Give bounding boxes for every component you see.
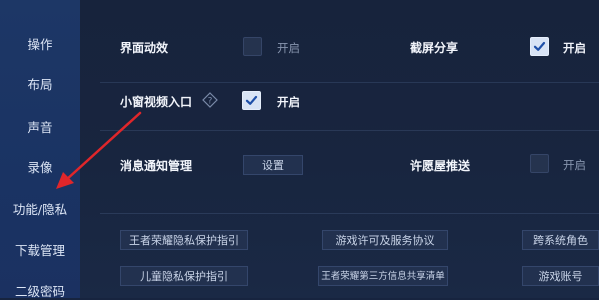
info-diamond-icon[interactable]: ? [202, 92, 218, 112]
privacy-guide-link[interactable]: 王者荣耀隐私保护指引 [120, 230, 248, 250]
screenshot-share-checkbox[interactable] [530, 37, 549, 56]
third-party-share-list-link[interactable]: 王者荣耀第三方信息共享清单 [318, 266, 448, 286]
mini-video-entry-state: 开启 [277, 95, 300, 109]
wish-push-state: 开启 [563, 158, 586, 172]
cross-system-role-link[interactable]: 跨系统角色 [522, 230, 599, 250]
ui-animation-state: 开启 [277, 41, 300, 55]
sidebar-item-download-manage[interactable]: 下载管理 [0, 240, 80, 259]
row-divider [100, 213, 599, 214]
row-divider [100, 82, 599, 83]
child-privacy-guide-link[interactable]: 儿童隐私保护指引 [120, 266, 248, 286]
sidebar-item-function-privacy[interactable]: 功能/隐私 [0, 199, 80, 218]
sidebar-item-operation[interactable]: 操作 [0, 34, 80, 53]
mini-video-entry-checkbox[interactable] [242, 91, 261, 110]
screenshot-share-state: 开启 [563, 41, 586, 55]
check-icon [533, 41, 546, 51]
message-notify-settings-button[interactable]: 设置 [243, 155, 303, 175]
screenshot-share-label: 截屏分享 [410, 41, 459, 55]
row-divider [100, 130, 599, 131]
sidebar-item-sound[interactable]: 声音 [0, 117, 80, 136]
ui-animation-label: 界面动效 [120, 41, 169, 55]
svg-text:?: ? [208, 97, 213, 107]
check-icon [245, 95, 258, 105]
mini-video-entry-label: 小窗视频入口 [120, 95, 193, 109]
message-notify-label: 消息通知管理 [120, 159, 193, 173]
wish-push-label: 许愿屋推送 [410, 159, 471, 173]
sidebar-item-layout[interactable]: 布局 [0, 74, 80, 93]
wish-push-checkbox[interactable] [530, 154, 549, 173]
settings-sidebar: 操作 布局 声音 录像 功能/隐私 下载管理 二级密码 [0, 0, 80, 300]
license-agreement-link[interactable]: 游戏许可及服务协议 [322, 230, 448, 250]
ui-animation-checkbox[interactable] [243, 37, 262, 56]
game-account-link[interactable]: 游戏账号 [522, 266, 599, 286]
sidebar-item-recording[interactable]: 录像 [0, 157, 80, 176]
sidebar-item-secondary-password[interactable]: 二级密码 [0, 281, 80, 300]
